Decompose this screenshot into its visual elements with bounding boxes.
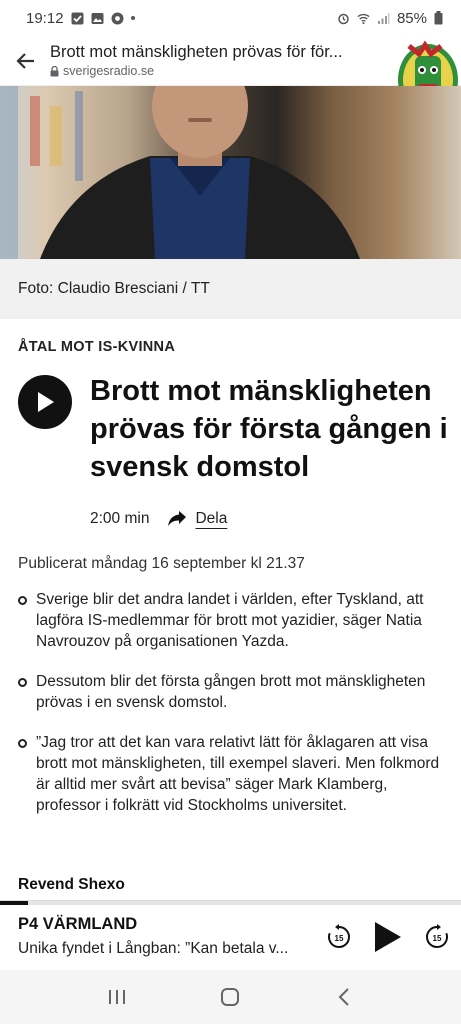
image-icon bbox=[91, 12, 104, 24]
check-box-icon bbox=[71, 12, 84, 24]
battery-icon bbox=[434, 11, 443, 25]
browser-bar: Brott mot mänskligheten prövas för för..… bbox=[0, 36, 461, 86]
player-progress-fill bbox=[0, 901, 28, 905]
article-meta: 2:00 min Dela bbox=[90, 510, 227, 528]
skip-forward-button[interactable]: 15 bbox=[422, 922, 452, 952]
page-title: Brott mot mänskligheten prövas för för..… bbox=[50, 43, 343, 61]
list-item: Dessutom blir det första gången brott mo… bbox=[18, 671, 448, 713]
forward-15-icon: 15 bbox=[426, 924, 448, 948]
skip-back-button[interactable]: 15 bbox=[324, 922, 354, 952]
bullet-text: Sverige blir det andra landet i världen,… bbox=[36, 591, 424, 650]
published-date: Publicerat måndag 16 september kl 21.37 bbox=[18, 555, 305, 572]
article-play-button[interactable] bbox=[18, 375, 72, 429]
list-item: ”Jag tror att det kan vara relativt lätt… bbox=[18, 732, 448, 816]
skip-back-label: 15 bbox=[335, 934, 344, 943]
bullet-icon bbox=[18, 678, 27, 687]
bullet-icon bbox=[18, 739, 27, 748]
signal-icon bbox=[377, 12, 390, 24]
list-item: Sverige blir det andra landet i världen,… bbox=[18, 589, 448, 652]
wifi-icon bbox=[357, 13, 370, 24]
article-kicker: ÅTAL MOT IS-KVINNA bbox=[18, 339, 176, 355]
bullet-text: ”Jag tror att det kan vara relativt lätt… bbox=[36, 734, 440, 814]
arrow-left-icon bbox=[16, 52, 34, 69]
summary-list: Sverige blir det andra landet i världen,… bbox=[18, 589, 448, 835]
url-text: sverigesradio.se bbox=[63, 64, 155, 78]
player-channel: P4 VÄRMLAND bbox=[18, 915, 138, 933]
status-bar: 19:12 85% bbox=[0, 0, 461, 36]
home-icon bbox=[221, 988, 240, 1006]
status-time: 19:12 bbox=[26, 9, 64, 27]
lock-icon bbox=[50, 65, 59, 76]
play-icon bbox=[375, 922, 401, 952]
home-button[interactable] bbox=[210, 977, 250, 1017]
share-arrow-icon bbox=[168, 511, 187, 526]
player-progress-track[interactable] bbox=[0, 901, 461, 905]
share-label: Dela bbox=[195, 510, 228, 527]
audio-duration: 2:00 min bbox=[90, 510, 150, 527]
skip-forward-label: 15 bbox=[433, 934, 442, 943]
play-icon bbox=[38, 392, 54, 412]
portrait-illustration bbox=[0, 86, 360, 259]
recent-apps-button[interactable] bbox=[97, 977, 137, 1017]
alarm-icon bbox=[338, 13, 349, 24]
article-author[interactable]: Revend Shexo bbox=[18, 876, 125, 894]
rewind-15-icon: 15 bbox=[328, 924, 350, 948]
system-nav-bar bbox=[0, 970, 461, 1024]
player-episode-title: Unika fyndet i Långban: ”Kan betala v... bbox=[18, 940, 289, 957]
photo-caption: Foto: Claudio Bresciani / TT bbox=[0, 259, 461, 319]
bullet-icon bbox=[18, 596, 27, 605]
battery-level: 85% bbox=[396, 9, 427, 27]
chrome-icon bbox=[111, 12, 124, 24]
bullet-text: Dessutom blir det första gången brott mo… bbox=[36, 673, 426, 711]
nav-back-icon bbox=[338, 988, 349, 1006]
nav-back-button[interactable] bbox=[324, 977, 364, 1017]
article-headline: Brott mot mänskligheten prövas för först… bbox=[90, 375, 448, 483]
hero-photo bbox=[0, 86, 461, 259]
share-button[interactable]: Dela bbox=[167, 510, 227, 528]
mini-player[interactable]: P4 VÄRMLAND Unika fyndet i Långban: ”Kan… bbox=[0, 900, 461, 970]
dot-icon bbox=[130, 16, 135, 20]
recent-apps-icon bbox=[108, 990, 125, 1004]
back-button[interactable] bbox=[0, 36, 50, 86]
player-play-button[interactable] bbox=[369, 919, 405, 955]
